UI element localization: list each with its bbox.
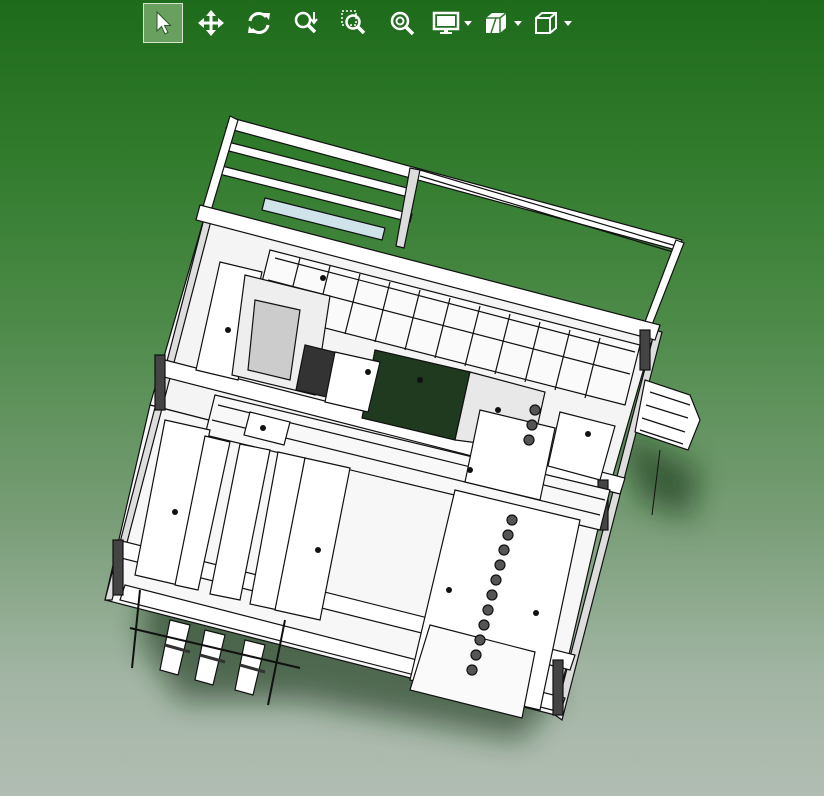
3d-model-viewport[interactable] [0,0,824,796]
